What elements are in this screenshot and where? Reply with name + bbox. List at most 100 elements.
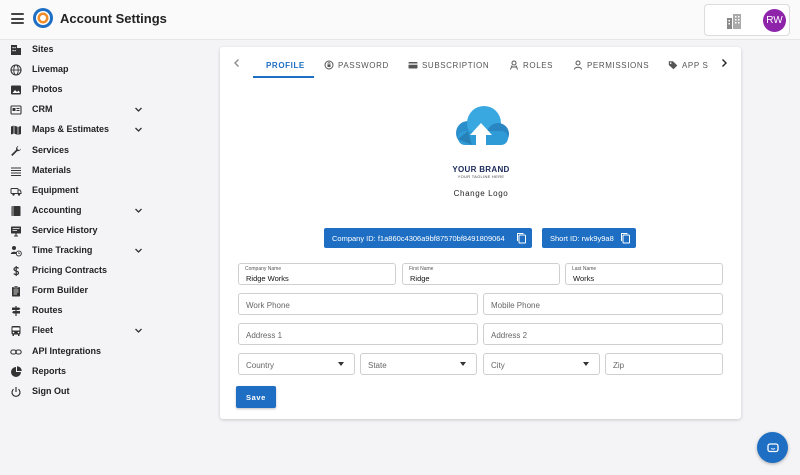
building-icon <box>727 14 741 29</box>
sidebar-item-sites[interactable]: Sites <box>0 40 152 60</box>
tab-label: PERMISSIONS <box>587 60 650 70</box>
sidebar-item-sign-out[interactable]: Sign Out <box>0 382 152 402</box>
address1-field[interactable]: Address 1 <box>238 323 478 345</box>
tab-subscription[interactable]: SUBSCRIPTION <box>408 53 489 77</box>
company-name-field[interactable]: Company Name Ridge Works <box>238 263 396 285</box>
work-phone-field[interactable]: Work Phone <box>238 293 478 315</box>
chevron-left-icon[interactable] <box>231 57 243 69</box>
company-id-copy-button[interactable]: Company ID: f1a860c4306a9bf87570bf849180… <box>324 228 532 248</box>
monitor-icon <box>10 225 22 237</box>
mobile-phone-field[interactable]: Mobile Phone <box>483 293 723 315</box>
sidebar-item-time-tracking[interactable]: Time Tracking <box>0 241 152 261</box>
field-label: First Name <box>409 266 434 272</box>
sidebar-item-livemap[interactable]: Livemap <box>0 60 152 80</box>
field-placeholder: Work Phone <box>246 301 290 310</box>
city-select[interactable]: City <box>483 353 600 375</box>
sidebar-item-label: Accounting <box>32 204 82 215</box>
field-value: Works <box>573 274 595 283</box>
sidebar-item-routes[interactable]: Routes <box>0 301 152 321</box>
address2-field[interactable]: Address 2 <box>483 323 723 345</box>
field-value: Ridge Works <box>246 274 289 283</box>
tab-bar: PROFILE PASSWORD SUBSCRIPTION ROLES PERM… <box>250 47 714 81</box>
save-button[interactable]: Save <box>236 386 276 408</box>
sidebar-item-label: Service History <box>32 224 98 235</box>
chevron-down-icon[interactable] <box>134 125 143 134</box>
tab-roles[interactable]: ROLES <box>509 53 553 77</box>
active-tab-indicator <box>253 76 314 78</box>
sidebar-item-label: Reports <box>32 365 67 376</box>
sidebar-item-api-integrations[interactable]: API Integrations <box>0 342 152 362</box>
chevron-down-icon[interactable] <box>134 326 143 335</box>
sidebar-item-label: Equipment <box>32 184 79 195</box>
field-label: Last Name <box>572 266 597 272</box>
chevron-down-icon[interactable] <box>134 105 143 114</box>
sidebar-item-form-builder[interactable]: Form Builder <box>0 281 152 301</box>
field-placeholder: State <box>368 361 387 370</box>
power-icon <box>10 386 22 398</box>
field-placeholder: Address 2 <box>491 331 528 340</box>
sidebar-item-materials[interactable]: Materials <box>0 161 152 181</box>
sidebar-item-fleet[interactable]: Fleet <box>0 321 152 341</box>
signpost-icon <box>10 305 22 317</box>
sidebar-item-label: Fleet <box>32 325 54 336</box>
sidebar-item-label: Routes <box>32 305 63 316</box>
sidebar: Sites Livemap Photos CRM Maps & Estimates Ser… <box>0 40 152 475</box>
sidebar-item-label: Sites <box>32 44 54 54</box>
chat-support-button[interactable] <box>757 432 788 463</box>
sidebar-item-photos[interactable]: Photos <box>0 80 152 100</box>
tab-permissions[interactable]: PERMISSIONS <box>573 53 649 77</box>
copy-icon <box>621 233 630 244</box>
book-icon <box>10 205 22 217</box>
hamburger-menu-icon[interactable] <box>11 13 24 24</box>
account-switcher[interactable]: RW <box>704 4 790 36</box>
copy-icon <box>517 233 526 244</box>
sidebar-item-label: Maps & Estimates <box>32 124 110 135</box>
image-icon <box>10 84 22 96</box>
dropdown-arrow-icon <box>338 362 344 366</box>
chat-icon <box>766 442 779 452</box>
tab-label: PROFILE <box>266 60 305 70</box>
sidebar-item-accounting[interactable]: Accounting <box>0 201 152 221</box>
tab-label: ROLES <box>523 60 554 70</box>
sidebar-item-pricing-contracts[interactable]: Pricing Contracts <box>0 261 152 281</box>
sidebar-item-service-history[interactable]: Service History <box>0 221 152 241</box>
sidebar-item-maps-estimates[interactable]: Maps & Estimates <box>0 120 152 140</box>
field-value: Ridge <box>410 274 430 283</box>
chevron-down-icon[interactable] <box>134 246 143 255</box>
credit-card-icon <box>408 62 418 69</box>
state-select[interactable]: State <box>360 353 477 375</box>
person-icon <box>574 60 582 70</box>
sidebar-item-label: Sign Out <box>32 385 70 396</box>
avatar[interactable]: RW <box>763 9 786 32</box>
dropdown-arrow-icon <box>583 362 589 366</box>
roles-icon <box>510 60 518 70</box>
sidebar-item-equipment[interactable]: Equipment <box>0 181 152 201</box>
building-icon <box>10 44 22 56</box>
change-logo-button[interactable]: Change Logo <box>446 189 516 203</box>
field-placeholder: Address 1 <box>246 331 283 340</box>
account-settings-card: PROFILE PASSWORD SUBSCRIPTION ROLES PERM… <box>220 47 741 419</box>
first-name-field[interactable]: First Name Ridge <box>402 263 560 285</box>
field-placeholder: Mobile Phone <box>491 301 540 310</box>
last-name-field[interactable]: Last Name Works <box>565 263 723 285</box>
map-icon <box>10 124 22 136</box>
sidebar-item-services[interactable]: Services <box>0 141 152 161</box>
country-select[interactable]: Country <box>238 353 355 375</box>
chevron-right-icon[interactable] <box>718 57 730 69</box>
globe-icon <box>10 64 22 76</box>
zip-field[interactable]: Zip <box>605 353 723 375</box>
sidebar-item-label: Time Tracking <box>32 245 93 255</box>
short-id-copy-button[interactable]: Short ID: rwk9y9a8 <box>542 228 636 248</box>
sidebar-item-crm[interactable]: CRM <box>0 100 152 120</box>
sidebar-item-label: Pricing Contracts <box>32 265 108 276</box>
chevron-down-icon[interactable] <box>134 206 143 215</box>
field-label: Company Name <box>245 266 282 272</box>
chart-icon <box>10 365 22 378</box>
lock-reset-icon <box>324 60 334 70</box>
page-title: Account Settings <box>60 11 167 26</box>
tab-app-settings[interactable]: APP S <box>668 53 708 77</box>
tab-label: PASSWORD <box>338 60 389 70</box>
sidebar-item-reports[interactable]: Reports <box>0 362 152 382</box>
tab-profile[interactable]: PROFILE <box>266 53 305 77</box>
tab-password[interactable]: PASSWORD <box>324 53 389 77</box>
